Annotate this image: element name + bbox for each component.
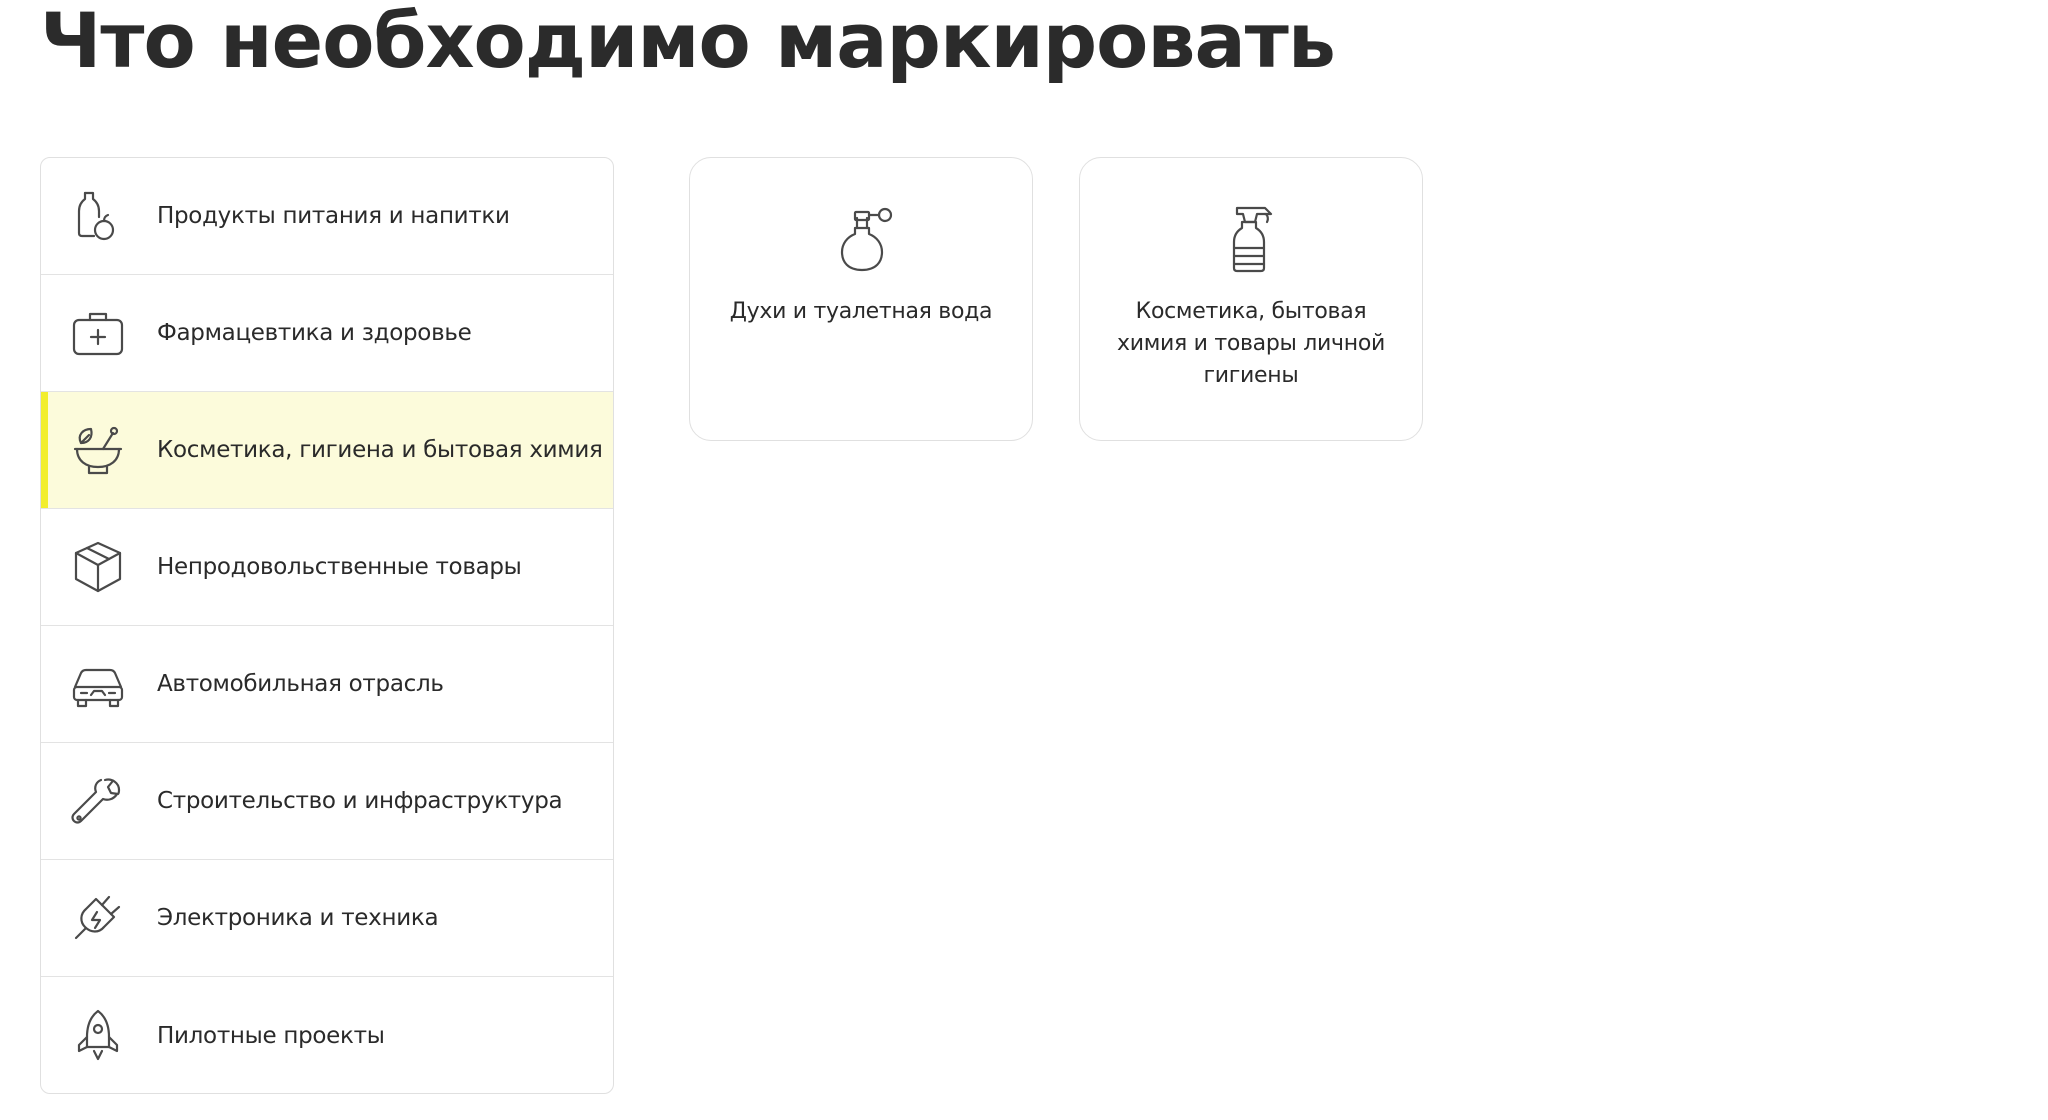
category-label: Непродовольственные товары <box>157 554 522 580</box>
category-list: Продукты питания и напитки Фармацевтика … <box>40 157 614 1094</box>
medkit-icon <box>69 304 127 362</box>
product-card-perfume[interactable]: Духи и туалетная вода <box>689 157 1033 441</box>
category-label: Фармацевтика и здоровье <box>157 320 472 346</box>
product-card-label: Косметика, бытовая химия и товары личной… <box>1117 299 1385 388</box>
plug-icon <box>69 889 127 947</box>
category-label: Автомобильная отрасль <box>157 671 444 697</box>
product-card-cosmetics-chemicals[interactable]: Косметика, бытовая химия и товары личной… <box>1079 157 1423 441</box>
category-item-pilot[interactable]: Пилотные проекты <box>41 977 613 1093</box>
category-item-electronics[interactable]: Электроника и техника <box>41 860 613 977</box>
perfume-bottle-icon <box>823 200 899 276</box>
wrench-icon <box>69 772 127 830</box>
page-title: Что необходимо маркировать <box>40 0 1336 85</box>
category-item-auto[interactable]: Автомобильная отрасль <box>41 626 613 743</box>
box-icon <box>69 538 127 596</box>
category-item-food[interactable]: Продукты питания и напитки <box>41 158 613 275</box>
category-label: Косметика, гигиена и бытовая химия <box>157 437 603 463</box>
car-icon <box>69 655 127 713</box>
category-item-construction[interactable]: Строительство и инфраструктура <box>41 743 613 860</box>
rocket-icon <box>69 1007 127 1065</box>
category-label: Продукты питания и напитки <box>157 203 510 229</box>
category-label: Строительство и инфраструктура <box>157 788 563 814</box>
food-bottle-apple-icon <box>69 187 127 245</box>
mortar-leaf-icon <box>69 421 127 479</box>
spray-bottle-icon <box>1213 200 1289 276</box>
category-item-cosmetics[interactable]: Косметика, гигиена и бытовая химия <box>41 392 613 509</box>
product-card-label: Духи и туалетная вода <box>729 299 993 324</box>
category-item-pharma[interactable]: Фармацевтика и здоровье <box>41 275 613 392</box>
category-item-nonfood[interactable]: Непродовольственные товары <box>41 509 613 626</box>
category-label: Электроника и техника <box>157 905 439 931</box>
category-label: Пилотные проекты <box>157 1022 385 1049</box>
